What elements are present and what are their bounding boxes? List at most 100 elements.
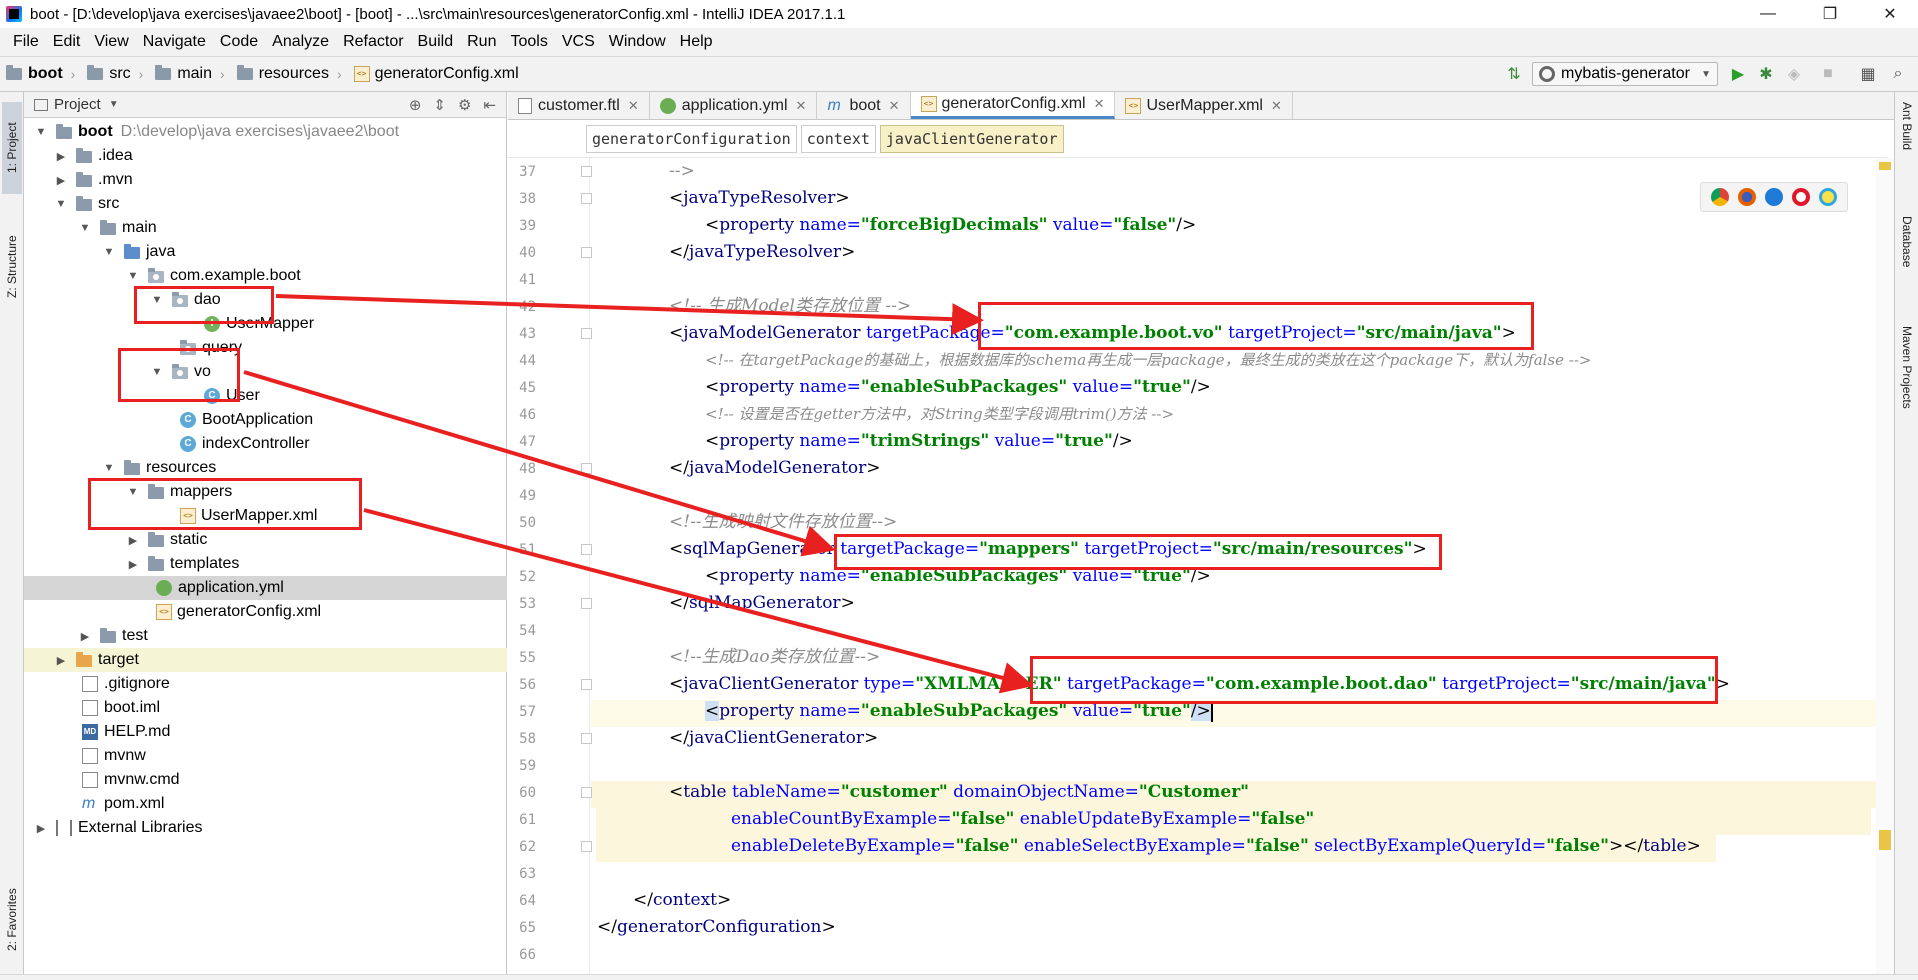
breadcrumb-main[interactable]: main › xyxy=(149,65,230,83)
breadcrumb-boot[interactable]: boot › xyxy=(0,65,81,83)
code-line-65: </generatorConfiguration> xyxy=(597,917,836,937)
coverage-icon[interactable]: ◈ xyxy=(1784,64,1804,84)
tree-item-generatorconfig-xml[interactable]: <> generatorConfig.xml xyxy=(24,600,507,624)
menu-analyze[interactable]: Analyze xyxy=(265,33,336,51)
tab-ant-build[interactable]: Ant Build xyxy=(1897,102,1917,182)
tree-item-bootapplication[interactable]: C BootApplication xyxy=(24,408,507,432)
tree-item-mvn[interactable]: ▶ .mvn xyxy=(24,168,507,192)
tree-item-application-yml[interactable]: application.yml xyxy=(24,576,507,600)
tree-item-query[interactable]: query xyxy=(24,336,507,360)
expand-arrow-icon: ▼ xyxy=(35,126,47,138)
close-icon[interactable]: ✕ xyxy=(1271,98,1282,114)
breadcrumb-file[interactable]: <> generatorConfig.xml xyxy=(348,65,525,83)
hide-icon[interactable]: ⇤ xyxy=(483,96,496,114)
search-icon[interactable]: ⌕ xyxy=(1888,64,1908,84)
library-icon xyxy=(56,820,72,836)
menu-run[interactable]: Run xyxy=(460,33,503,51)
minimize-button[interactable]: — xyxy=(1738,0,1798,28)
tab-boot[interactable]: m boot ✕ xyxy=(817,92,911,119)
tree-item-user[interactable]: C User xyxy=(24,384,507,408)
menu-help[interactable]: Help xyxy=(673,33,720,51)
project-panel: Project ▼ ⊕ ⇕ ⚙ ⇤ ▼ boot D:\develop\java e… xyxy=(24,92,507,974)
debug-icon[interactable]: ✱ xyxy=(1756,64,1776,84)
gear-icon[interactable]: ⚙ xyxy=(458,96,471,114)
project-structure-icon[interactable]: ▦ xyxy=(1858,64,1878,84)
menu-file[interactable]: File xyxy=(6,33,46,51)
tree-item-java[interactable]: ▼ java xyxy=(24,240,507,264)
tree-item-boot-iml[interactable]: boot.iml xyxy=(24,696,507,720)
close-icon[interactable]: ✕ xyxy=(628,98,639,114)
menu-vcs[interactable]: VCS xyxy=(555,33,602,51)
tree-item-test[interactable]: ▶ test xyxy=(24,624,507,648)
menu-window[interactable]: Window xyxy=(602,33,673,51)
opera-icon[interactable] xyxy=(1791,188,1810,206)
tree-item-src[interactable]: ▼ src xyxy=(24,192,507,216)
tab-favorites[interactable]: 2: Favorites xyxy=(2,872,22,968)
tree-item-vo[interactable]: ▼ vo xyxy=(24,360,507,384)
firefox-icon[interactable] xyxy=(1738,188,1757,206)
tree-item-mvnw[interactable]: mvnw xyxy=(24,744,507,768)
menu-view[interactable]: View xyxy=(87,33,135,51)
tree-item-idea[interactable]: ▶ .idea xyxy=(24,144,507,168)
tab-structure[interactable]: Z: Structure xyxy=(2,212,22,322)
chevron-down-icon[interactable]: ▼ xyxy=(109,99,119,110)
code-line-37: --> xyxy=(669,161,695,181)
close-icon[interactable]: ✕ xyxy=(1094,96,1105,112)
tab-usermapper-xml[interactable]: <> UserMapper.xml ✕ xyxy=(1115,92,1293,119)
maven-icon: m xyxy=(82,795,96,812)
class-icon: C xyxy=(180,436,196,452)
tree-item-main[interactable]: ▼ main xyxy=(24,216,507,240)
close-button[interactable]: ✕ xyxy=(1860,0,1918,28)
menu-code[interactable]: Code xyxy=(213,33,265,51)
tree-item-static[interactable]: ▶ static xyxy=(24,528,507,552)
internet-explorer-icon[interactable] xyxy=(1818,188,1837,206)
breadcrumb-resources[interactable]: resources › xyxy=(231,65,348,83)
stop-icon[interactable]: ■ xyxy=(1818,64,1838,84)
tree-item-mvnw-cmd[interactable]: mvnw.cmd xyxy=(24,768,507,792)
tree-item-help-md[interactable]: MD HELP.md xyxy=(24,720,507,744)
run-icon[interactable]: ▶ xyxy=(1728,64,1748,84)
tree-item-boot[interactable]: ▼ boot D:\develop\java exercises\javaee2\b… xyxy=(24,120,507,144)
collapse-all-icon[interactable]: ⇕ xyxy=(433,96,446,114)
xml-breadcrumb-context[interactable]: context xyxy=(800,124,876,153)
tree-item-target[interactable]: ▶ target xyxy=(24,648,507,672)
folder-icon xyxy=(76,148,92,163)
close-icon[interactable]: ✕ xyxy=(796,98,807,114)
menu-refactor[interactable]: Refactor xyxy=(336,33,410,51)
annotation-box-vo xyxy=(118,348,240,402)
menu-edit[interactable]: Edit xyxy=(46,33,88,51)
xml-breadcrumb-javaclientgenerator[interactable]: javaClientGenerator xyxy=(879,124,1064,153)
tab-maven-projects[interactable]: Maven Projects xyxy=(1897,326,1917,444)
tree-item-gitignore[interactable]: .gitignore xyxy=(24,672,507,696)
safari-icon[interactable] xyxy=(1764,188,1783,206)
tree-item-indexcontroller[interactable]: CindexController xyxy=(24,432,507,456)
line-number: 62 xyxy=(519,839,536,855)
annotation-box-dao xyxy=(134,286,274,324)
browser-preview-toolbar xyxy=(1700,182,1848,212)
tab-project[interactable]: 1: Project xyxy=(2,102,22,194)
maximize-button[interactable]: ❐ xyxy=(1800,0,1860,28)
tree-item-resources[interactable]: ▼ resources xyxy=(24,456,507,480)
build-arrows-icon[interactable]: ⇅ xyxy=(1504,64,1524,84)
tree-item-pom-xml[interactable]: m pom.xml xyxy=(24,792,507,816)
tab-application-yml[interactable]: application.yml ✕ xyxy=(650,92,818,119)
menu-build[interactable]: Build xyxy=(411,33,461,51)
menu-tools[interactable]: Tools xyxy=(503,33,554,51)
tree-item-external-libraries[interactable]: ▶ External Libraries xyxy=(24,816,507,840)
locate-icon[interactable]: ⊕ xyxy=(409,96,422,114)
file-icon xyxy=(82,772,98,788)
breadcrumb-src[interactable]: src › xyxy=(81,65,149,83)
chrome-icon[interactable] xyxy=(1711,188,1730,206)
editor-scrollbar[interactable] xyxy=(1876,158,1894,980)
tab-customer-ftl[interactable]: customer.ftl ✕ xyxy=(508,92,650,119)
xml-breadcrumb-generatorconfiguration[interactable]: generatorConfiguration xyxy=(586,124,797,153)
tab-generatorconfig-xml[interactable]: <> generatorConfig.xml ✕ xyxy=(910,92,1116,119)
run-configuration-select[interactable]: mybatis-generator ▼ xyxy=(1532,62,1718,86)
tree-item-com-example-boot[interactable]: ▼ com.example.boot xyxy=(24,264,507,288)
tree-item-templates[interactable]: ▶ templates xyxy=(24,552,507,576)
tab-database[interactable]: Database xyxy=(1897,216,1917,290)
menu-navigate[interactable]: Navigate xyxy=(136,33,213,51)
line-number: 52 xyxy=(519,569,536,585)
chevron-right-icon: › xyxy=(220,66,225,82)
close-icon[interactable]: ✕ xyxy=(889,98,900,114)
